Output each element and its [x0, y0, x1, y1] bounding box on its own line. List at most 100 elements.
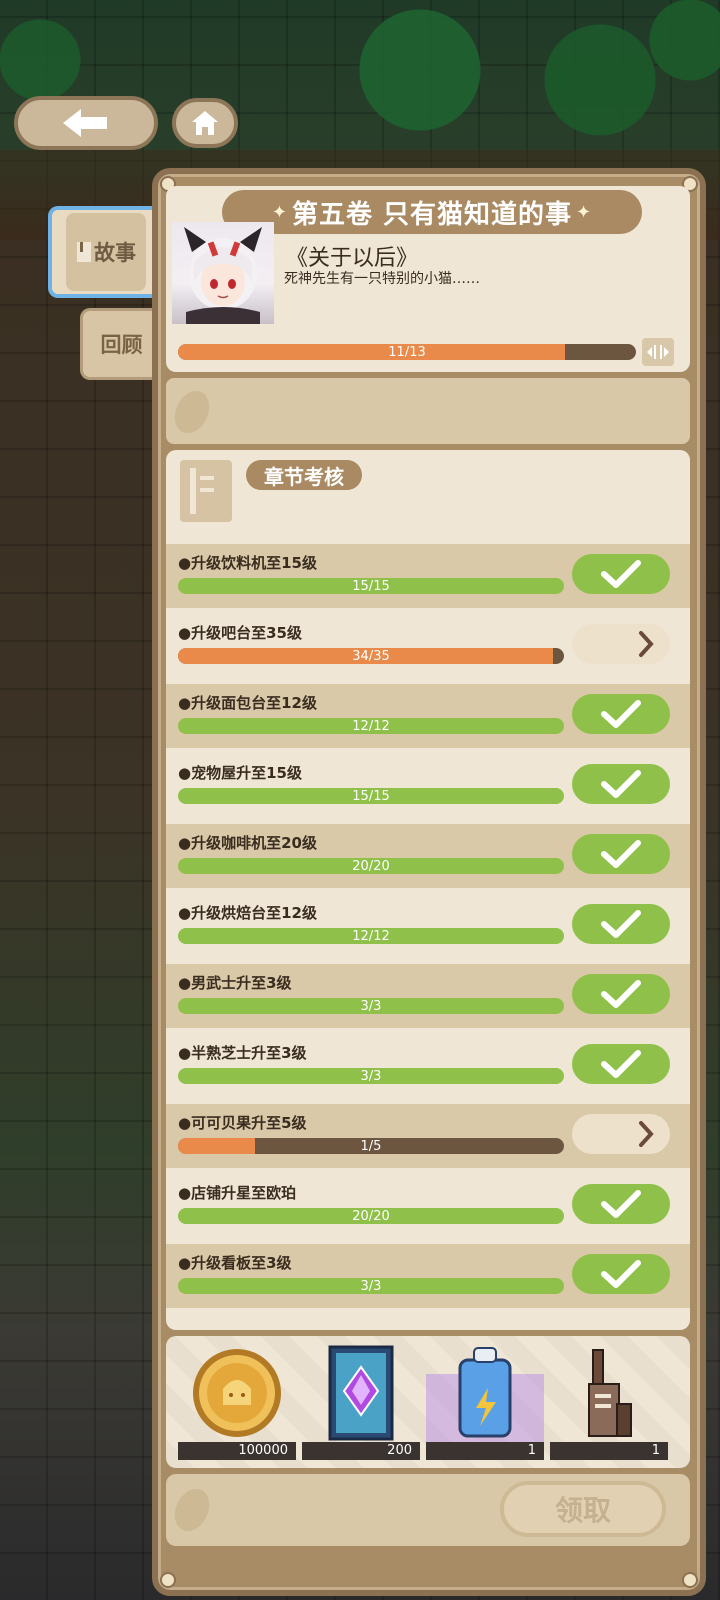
task-complete-button[interactable] [572, 554, 670, 594]
checkmark-icon [601, 560, 641, 588]
tab-story[interactable]: 故事 [48, 206, 160, 298]
task-complete-button[interactable] [572, 904, 670, 944]
task-label: ●男武士升至3级 [178, 974, 292, 992]
task-progress-text: 20/20 [352, 858, 390, 874]
task-progress-bar: 20/20 [178, 1208, 564, 1224]
checkmark-icon [601, 1260, 641, 1288]
task-progress-text: 20/20 [352, 1208, 390, 1224]
expand-icon[interactable] [642, 338, 674, 366]
story-progress-text: 11/13 [388, 344, 426, 360]
book-icon [77, 242, 91, 262]
panel-rivet [682, 1572, 698, 1588]
task-goto-button[interactable] [572, 1114, 670, 1154]
reward-qty: 1 [426, 1442, 544, 1460]
task-progress-text: 15/15 [352, 788, 390, 804]
task-progress-text: 34/35 [352, 648, 390, 664]
task-progress-text: 12/12 [352, 718, 390, 734]
task-complete-button[interactable] [572, 694, 670, 734]
task-complete-button[interactable] [572, 974, 670, 1014]
tab-review-label: 回顾 [100, 333, 143, 357]
checkmark-icon [601, 1050, 641, 1078]
coffee-bean-icon [168, 385, 216, 439]
task-row: ●升级咖啡机至20级 20/20 [166, 824, 690, 888]
task-complete-button[interactable] [572, 834, 670, 874]
task-progress-text: 3/3 [360, 998, 382, 1014]
task-label: ●升级面包台至12级 [178, 694, 317, 712]
claim-button[interactable]: 领取 [500, 1481, 666, 1537]
story-subtitle: 死神先生有一只特别的小猫…… [284, 271, 480, 287]
tab-review[interactable]: 回顾 [80, 308, 160, 380]
task-progress-bar: 12/12 [178, 928, 564, 944]
task-progress-text: 15/15 [352, 578, 390, 594]
reward-item[interactable]: 200 [302, 1344, 420, 1460]
task-goto-button[interactable] [572, 624, 670, 664]
task-progress-bar: 12/12 [178, 718, 564, 734]
task-label: ●半熟芝士升至3级 [178, 1044, 307, 1062]
task-label: ●升级饮料机至15级 [178, 554, 317, 572]
task-label: ●升级咖啡机至20级 [178, 834, 317, 852]
purple-gem-card-icon [302, 1344, 420, 1442]
reward-qty: 200 [302, 1442, 420, 1460]
back-button[interactable] [14, 96, 158, 150]
task-row: ●半熟芝士升至3级 3/3 [166, 1034, 690, 1098]
task-label: ●升级吧台至35级 [178, 624, 302, 642]
checkmark-icon [601, 910, 641, 938]
story-progress-bar: 11/13 [178, 344, 636, 360]
exam-clipboard-icon [180, 460, 232, 522]
gold-coin-icon [178, 1344, 296, 1442]
task-row: ●店铺升星至欧珀 20/20 [166, 1174, 690, 1238]
task-complete-button[interactable] [572, 764, 670, 804]
task-row: ●升级看板至3级 3/3 [166, 1244, 690, 1308]
panel-rivet [160, 1572, 176, 1588]
exam-title: 章节考核 [246, 460, 362, 490]
task-progress-bar: 3/3 [178, 1278, 564, 1294]
reward-qty: 1 [550, 1442, 668, 1460]
task-progress-bar: 15/15 [178, 578, 564, 594]
story-detail-card [166, 378, 690, 444]
home-button[interactable] [172, 98, 238, 148]
energy-drink-icon [426, 1344, 544, 1442]
task-row: ●男武士升至3级 3/3 [166, 964, 690, 1028]
reward-item[interactable]: 1 [426, 1344, 544, 1460]
task-progress-bar: 20/20 [178, 858, 564, 874]
chevron-right-icon [639, 1121, 654, 1147]
task-progress-text: 12/12 [352, 928, 390, 944]
task-progress-bar: 3/3 [178, 998, 564, 1014]
task-complete-button[interactable] [572, 1254, 670, 1294]
sparkle-icon: ✦ [271, 201, 288, 223]
coffee-bean-icon [168, 1483, 216, 1537]
reward-item[interactable]: 1 [550, 1344, 668, 1460]
task-row: ●升级面包台至12级 12/12 [166, 684, 690, 748]
furniture-decor-icon [550, 1344, 668, 1442]
chevron-right-icon [639, 631, 654, 657]
task-label: ●宠物屋升至15级 [178, 764, 302, 782]
checkmark-icon [601, 840, 641, 868]
volume-title-text: 第五卷 只有猫知道的事 [291, 199, 573, 230]
checkmark-icon [601, 980, 641, 1008]
character-avatar [172, 222, 274, 324]
task-progress-bar: 3/3 [178, 1068, 564, 1084]
task-row: ●升级烘焙台至12级 12/12 [166, 894, 690, 958]
sparkle-icon: ✦ [576, 201, 593, 223]
task-row: ●升级饮料机至15级 15/15 [166, 544, 690, 608]
reward-item[interactable]: 100000 [178, 1344, 296, 1460]
checkmark-icon [601, 1190, 641, 1218]
checkmark-icon [601, 770, 641, 798]
task-label: ●可可贝果升至5级 [178, 1114, 307, 1132]
task-progress-text: 3/3 [360, 1278, 382, 1294]
task-progress-text: 3/3 [360, 1068, 382, 1084]
task-label: ●升级看板至3级 [178, 1254, 292, 1272]
home-icon [192, 111, 218, 135]
tab-story-label: 故事 [94, 241, 136, 265]
task-progress-bar: 15/15 [178, 788, 564, 804]
task-complete-button[interactable] [572, 1184, 670, 1224]
task-complete-button[interactable] [572, 1044, 670, 1084]
volume-title: ✦ 第五卷 只有猫知道的事 ✦ [222, 190, 642, 234]
back-arrow-icon [63, 109, 107, 137]
task-row: ●升级吧台至35级 34/35 [166, 614, 690, 678]
task-label: ●升级烘焙台至12级 [178, 904, 317, 922]
tab-story-inner: 故事 [66, 213, 146, 291]
task-row: ●可可贝果升至5级 1/5 [166, 1104, 690, 1168]
reward-qty: 100000 [178, 1442, 296, 1460]
task-progress-text: 1/5 [360, 1138, 382, 1154]
